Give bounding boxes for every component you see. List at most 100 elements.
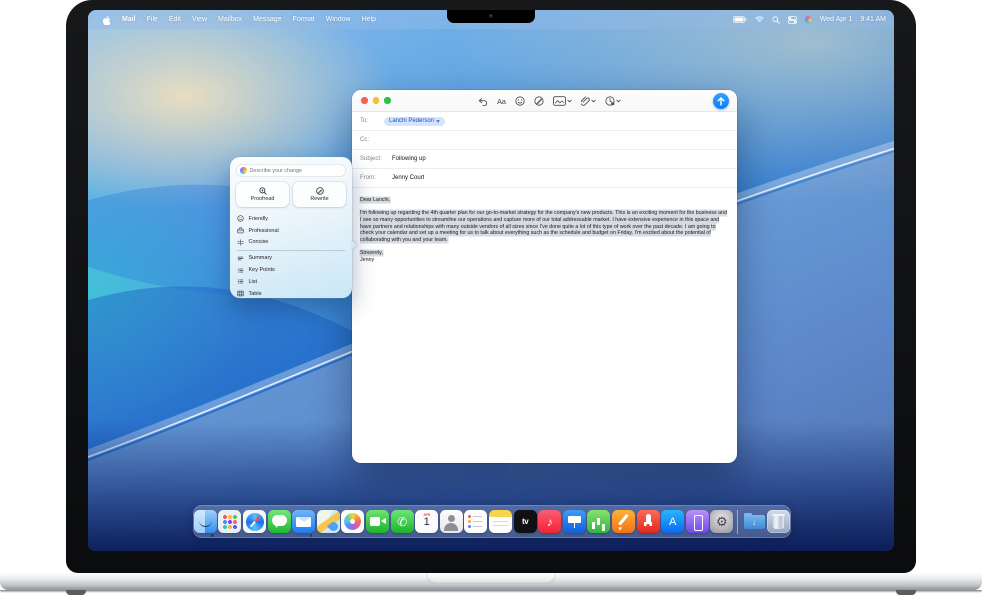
writing-tools-icon[interactable] [534, 96, 544, 106]
subject-field[interactable]: Subject: Following up [352, 150, 737, 169]
body-closing: Sincerely, [360, 250, 383, 256]
battery-icon[interactable] [733, 16, 747, 23]
menu-item-mail[interactable]: Mail [122, 16, 136, 23]
dock-icon-launchpad[interactable] [218, 510, 241, 533]
app-store-glyph: A [669, 516, 676, 528]
dock-icon-safari[interactable] [243, 510, 266, 533]
list-icon [237, 278, 244, 285]
professional-label: Professional [249, 228, 279, 234]
concise-label: Concise [249, 239, 269, 245]
professional-briefcase-icon [237, 227, 244, 234]
mail-compose-window: Aa [352, 90, 737, 463]
transform-option-key-points[interactable]: Key Points [237, 264, 345, 276]
proofread-button[interactable]: Proofread [236, 182, 289, 207]
proofread-label: Proofread [251, 196, 275, 202]
dock-icon-keynote[interactable] [563, 510, 586, 533]
from-field[interactable]: From: Jenny Court [352, 169, 737, 188]
control-center-icon[interactable] [788, 16, 797, 24]
dock-icon-maps[interactable] [317, 510, 340, 533]
style-option-friendly[interactable]: Friendly [237, 213, 345, 225]
menu-item-view[interactable]: View [192, 16, 207, 23]
spotlight-search-icon[interactable] [772, 16, 780, 24]
minimize-window-button[interactable] [373, 97, 380, 104]
describe-change-input[interactable] [250, 168, 340, 174]
dock-icon-app-store[interactable]: A [661, 510, 684, 533]
dock-icon-facetime[interactable] [366, 510, 389, 533]
dock-icon-messages[interactable] [268, 510, 291, 533]
rewrite-pencil-icon [316, 187, 324, 195]
style-option-concise[interactable]: Concise [237, 237, 345, 249]
menu-item-mailbox[interactable]: Mailbox [218, 16, 242, 23]
menu-item-edit[interactable]: Edit [169, 16, 181, 23]
phone-glyph: ✆ [397, 515, 407, 529]
describe-change-field[interactable] [236, 164, 346, 177]
wifi-icon[interactable] [755, 16, 764, 23]
concise-compress-icon [237, 239, 244, 246]
camera [489, 14, 493, 18]
transform-option-summary[interactable]: Summary [237, 252, 345, 264]
dock-icon-photos[interactable] [341, 510, 364, 533]
send-button[interactable] [713, 93, 729, 109]
menu-item-format[interactable]: Format [293, 16, 315, 23]
emoji-picker-icon[interactable] [515, 96, 525, 106]
dock-icon-contacts[interactable] [440, 510, 463, 533]
apple-menu-icon[interactable] [102, 15, 111, 25]
to-field[interactable]: To: Lanchi Pederson [352, 112, 737, 131]
laptop-foot-right [896, 590, 916, 595]
transform-option-table[interactable]: Table [237, 288, 345, 300]
cc-field[interactable]: Cc: [352, 131, 737, 150]
recipient-token[interactable]: Lanchi Pederson [384, 117, 445, 126]
dock-icon-downloads[interactable]: ↓ [743, 510, 766, 533]
rewrite-button[interactable]: Rewrite [293, 182, 346, 207]
body-greeting: Dear Lanchi, [360, 197, 390, 203]
menu-bar-time[interactable]: 9:41 AM [860, 16, 886, 23]
dock-icon-phone[interactable]: ✆ [391, 510, 414, 533]
compose-toolbar: Aa [352, 90, 737, 112]
from-value: Jenny Court [392, 175, 424, 181]
to-label: To: [360, 118, 384, 124]
dock-icon-music[interactable]: ♪ [538, 510, 561, 533]
dock-icon-notes[interactable] [489, 510, 512, 533]
dock-icon-calendar[interactable]: APR 1 [415, 510, 438, 533]
menu-item-message[interactable]: Message [253, 16, 281, 23]
dock-icon-rocket[interactable] [637, 510, 660, 533]
desktop-screen: Mail File Edit View Mailbox Message Form… [88, 10, 894, 551]
attach-file-button[interactable] [581, 96, 596, 106]
key-points-bullets-icon [237, 267, 244, 274]
close-window-button[interactable] [361, 97, 368, 104]
menu-item-help[interactable]: Help [362, 16, 376, 23]
dock-icon-iphone-mirroring[interactable] [686, 510, 709, 533]
photo-browser-button[interactable] [553, 96, 572, 106]
message-body[interactable]: Dear Lanchi, I'm following up regarding … [352, 188, 737, 264]
style-option-professional[interactable]: Professional [237, 225, 345, 237]
dock-icon-tv[interactable]: tv [514, 510, 537, 533]
dock-icon-mail[interactable] [292, 510, 315, 533]
dock-icon-finder[interactable] [194, 510, 217, 533]
menu-item-window[interactable]: Window [326, 16, 351, 23]
recipient-name: Lanchi Pederson [389, 118, 434, 124]
summary-lines-icon [237, 255, 244, 262]
friendly-smiley-icon [237, 215, 244, 222]
transform-option-list[interactable]: List [237, 276, 345, 288]
key-points-label: Key Points [249, 267, 275, 273]
format-text-button[interactable]: Aa [497, 97, 506, 106]
laptop-base [0, 573, 982, 590]
body-paragraph: I'm following up regarding the 4th quart… [360, 210, 727, 243]
dock-icon-trash[interactable] [767, 510, 790, 533]
summary-label: Summary [249, 255, 273, 261]
laptop-foot-left [66, 590, 86, 595]
macbook-mockup: Mail File Edit View Mailbox Message Form… [0, 0, 982, 598]
undo-icon[interactable] [478, 97, 488, 106]
table-label: Table [249, 291, 262, 297]
menu-item-file[interactable]: File [147, 16, 158, 23]
dock-separator [737, 510, 738, 534]
dock-icon-numbers[interactable] [587, 510, 610, 533]
dock-icon-pages[interactable] [612, 510, 635, 533]
zoom-window-button[interactable] [384, 97, 391, 104]
dock-icon-reminders[interactable] [464, 510, 487, 533]
menu-bar-date[interactable]: Wed Apr 1 [820, 16, 853, 23]
send-later-button[interactable] [605, 96, 621, 106]
laptop-base-edge [0, 590, 982, 593]
dock-icon-system-settings[interactable]: ⚙ [710, 510, 733, 533]
siri-icon[interactable] [805, 16, 812, 23]
